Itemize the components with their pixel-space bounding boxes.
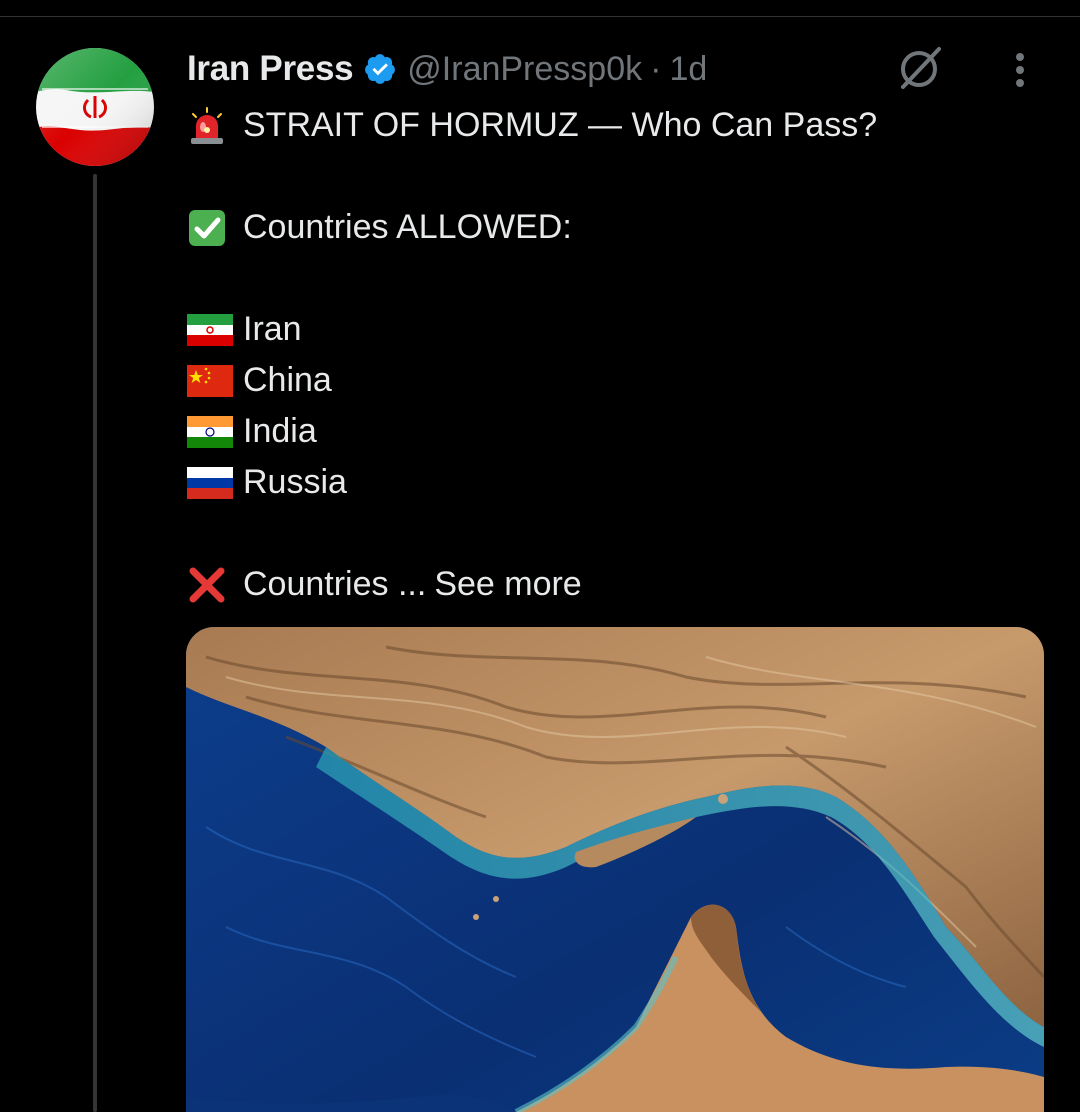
tweet-page: Iran Press @IranPressp0k · 1d STRAIT OF …	[0, 0, 1080, 1112]
allowed-heading-line: Countries ALLOWED:	[187, 202, 1047, 253]
country-name: Iran	[243, 310, 302, 348]
more-options-icon[interactable]	[1003, 48, 1037, 92]
tweet-text: STRAIT OF HORMUZ — Who Can Pass? Countri…	[187, 100, 1047, 610]
iran-flag-icon	[187, 310, 233, 350]
iran-flag-avatar-icon	[36, 48, 154, 166]
china-flag-icon	[187, 361, 233, 401]
police-siren-icon	[187, 106, 233, 146]
header-separator: ·	[650, 49, 662, 88]
timestamp[interactable]: 1d	[669, 50, 707, 89]
headline-text: STRAIT OF HORMUZ — Who Can Pass?	[243, 106, 878, 144]
avatar[interactable]	[36, 48, 154, 166]
country-line-iran: Iran	[187, 304, 1047, 355]
grok-icon[interactable]	[895, 43, 945, 93]
tweet-media-image[interactable]	[186, 627, 1044, 1112]
blocked-heading-text: Countries ...	[243, 565, 427, 603]
see-more-link[interactable]: See more	[434, 559, 581, 610]
user-handle[interactable]: @IranPressp0k	[407, 50, 642, 89]
tweet-header: Iran Press @IranPressp0k · 1d	[187, 46, 707, 92]
cross-mark-icon	[187, 565, 233, 605]
thread-line	[93, 174, 97, 1112]
blocked-heading-line: Countries ... See more	[187, 559, 1047, 610]
satellite-map-image	[186, 627, 1044, 1112]
check-mark-button-icon	[187, 208, 233, 248]
country-name: Russia	[243, 463, 347, 501]
country-name: India	[243, 412, 317, 450]
country-name: China	[243, 361, 332, 399]
display-name[interactable]: Iran Press	[187, 49, 354, 89]
country-line-china: China	[187, 355, 1047, 406]
allowed-heading-text: Countries ALLOWED:	[243, 208, 572, 246]
russia-flag-icon	[187, 463, 233, 503]
verified-badge-icon	[363, 52, 397, 86]
india-flag-icon	[187, 412, 233, 452]
country-line-russia: Russia	[187, 457, 1047, 508]
headline-line: STRAIT OF HORMUZ — Who Can Pass?	[187, 100, 1047, 151]
country-line-india: India	[187, 406, 1047, 457]
top-divider	[0, 16, 1080, 17]
